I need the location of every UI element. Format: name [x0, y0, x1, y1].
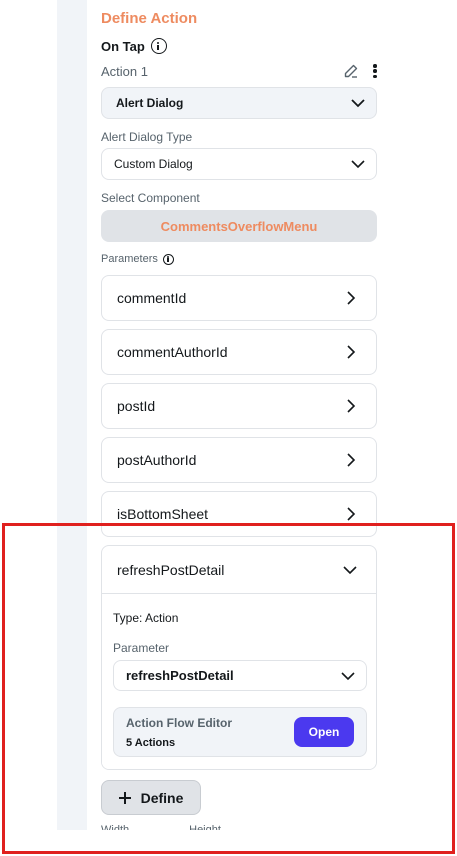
parameter-card-commentAuthorId[interactable]: commentAuthorId [101, 329, 377, 375]
expanded-parameter-body: Type: Action Parameter refreshPostDetail… [102, 594, 376, 769]
parameter-card-commentId[interactable]: commentId [101, 275, 377, 321]
width-label: Width [101, 824, 130, 830]
action-flow-editor-box: Action Flow Editor 5 Actions Open [113, 707, 367, 757]
action-type-value: Alert Dialog [116, 96, 184, 110]
parameter-card-postAuthorId[interactable]: postAuthorId [101, 437, 377, 483]
chevron-right-icon [347, 507, 356, 521]
parameter-card-refreshPostDetail: refreshPostDetail Type: Action Parameter… [101, 545, 377, 770]
parameter-value: refreshPostDetail [126, 668, 234, 683]
parameter-name: refreshPostDetail [117, 561, 225, 578]
parameter-card-isBottomSheet[interactable]: isBottomSheet [101, 491, 377, 537]
parameter-name: postAuthorId [117, 452, 197, 468]
parameter-field-label: Parameter [113, 641, 170, 655]
trigger-heading: On Tap [101, 38, 167, 54]
chevron-right-icon [347, 291, 356, 305]
chevron-down-icon [341, 671, 355, 680]
parameters-heading: Parameters [101, 253, 174, 265]
select-component-label: Select Component [101, 191, 200, 205]
panel-title: Define Action [101, 10, 198, 27]
select-component-button[interactable]: CommentsOverflowMenu [101, 210, 377, 242]
define-button[interactable]: Define [101, 780, 201, 815]
chevron-right-icon [347, 453, 356, 467]
trigger-label: On Tap [101, 38, 145, 54]
parameter-type-text: Type: Action [113, 611, 179, 625]
parameter-name: postId [117, 398, 156, 414]
parameter-name: isBottomSheet [117, 506, 209, 522]
action-label: Action 1 [101, 63, 148, 79]
chevron-down-icon [351, 99, 365, 108]
edit-pencil-icon[interactable] [343, 63, 359, 79]
height-label: Height [189, 824, 221, 830]
expanded-parameter-header[interactable]: refreshPostDetail [102, 546, 376, 594]
chevron-right-icon [347, 399, 356, 413]
parameter-value-dropdown[interactable]: refreshPostDetail [113, 660, 367, 691]
chevron-right-icon [347, 345, 356, 359]
parameters-label: Parameters [101, 253, 158, 265]
alert-dialog-type-value: Custom Dialog [114, 157, 193, 171]
info-icon[interactable] [150, 38, 167, 54]
action-count: 5 Actions [126, 737, 176, 749]
left-panel-strip [57, 0, 87, 830]
parameter-name: commentId [117, 290, 187, 306]
more-options-icon[interactable] [373, 64, 377, 78]
action-header-row: Action 1 [101, 62, 377, 80]
parameter-name: commentAuthorId [117, 344, 228, 360]
plus-icon [118, 791, 131, 804]
action-flow-editor-title: Action Flow Editor [126, 716, 232, 730]
info-icon[interactable] [162, 253, 174, 265]
chevron-down-icon [343, 565, 357, 574]
define-label: Define [140, 789, 184, 806]
alert-dialog-type-label: Alert Dialog Type [101, 130, 193, 144]
action-type-dropdown[interactable]: Alert Dialog [101, 87, 377, 119]
chevron-down-icon [351, 160, 365, 169]
parameter-card-postId[interactable]: postId [101, 383, 377, 429]
alert-dialog-type-dropdown[interactable]: Custom Dialog [101, 148, 377, 180]
open-flow-editor-button[interactable]: Open [294, 717, 354, 747]
size-fields-row-cut-off: Width Height [101, 824, 377, 830]
